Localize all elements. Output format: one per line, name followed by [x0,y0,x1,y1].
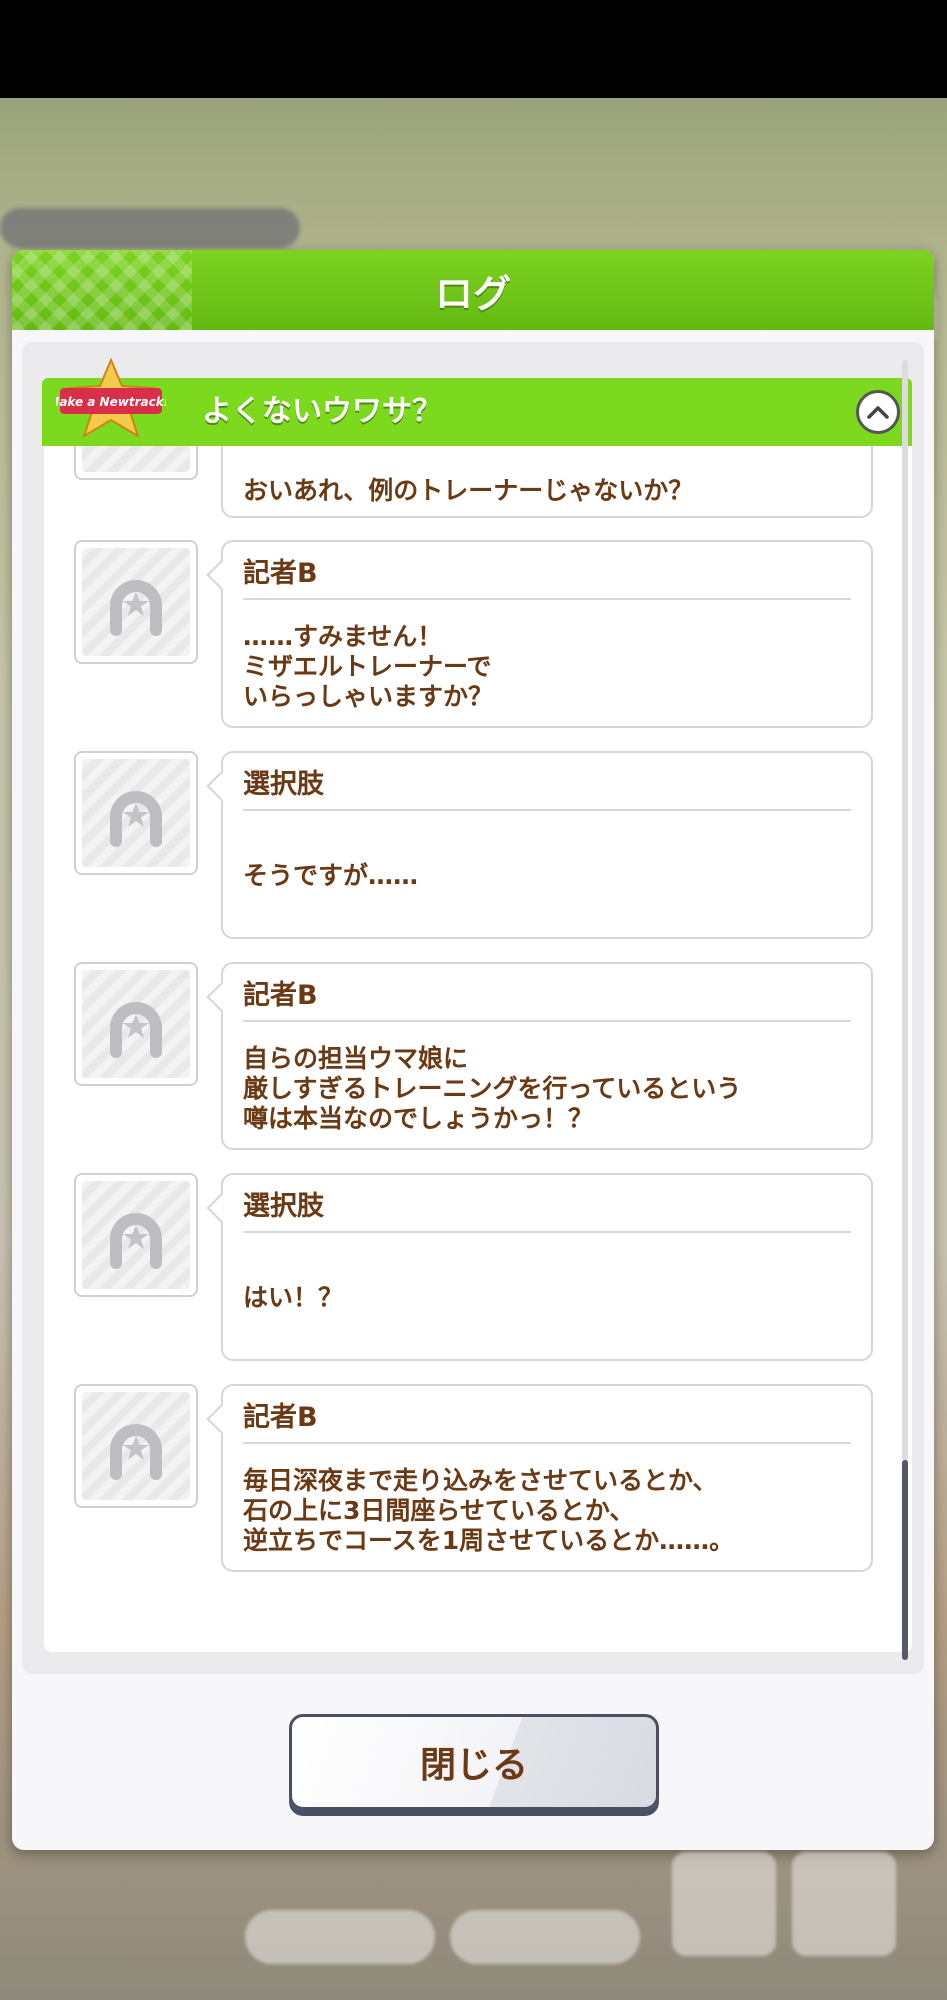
message-text: はい！？ [243,1283,344,1312]
background-skip-control [245,1910,435,1964]
avatar [74,1384,198,1508]
message-bubble: 記者B 毎日深夜まで走り込みをさせているとか、 石の上に3日間座らせているとか、… [221,1384,873,1572]
horseshoe-star-icon [110,1213,162,1269]
avatar [74,962,198,1086]
message-text: 毎日深夜まで走り込みをさせているとか、 石の上に3日間座らせているとか、 逆立ち… [243,1466,735,1555]
speaker-name: 記者B [243,980,318,1011]
avatar [74,1173,198,1297]
message-bubble: 選択肢 そうですが…… [221,751,873,939]
message-bubble: 選択肢 はい！？ [221,1173,873,1361]
background-menu-control [792,1852,896,1956]
badge-star-icon: Make a Newtrack!! [47,357,175,439]
speaker-name: 選択肢 [243,769,324,800]
horseshoe-star-icon [110,1424,162,1480]
divider [243,1020,851,1022]
status-bar [0,0,947,98]
divider [243,1442,851,1444]
close-button[interactable]: 閉じる [289,1714,659,1810]
message-text: ……すみません！ ミザエルトレーナーで いらっしゃいますか？ [243,622,494,711]
divider [243,809,851,811]
log-list[interactable]: おいあれ、例のトレーナーじゃないか？ 記者B ……すみません！ ミザエルトレーナ… [44,446,912,1652]
event-header: Make a Newtrack!! よくないウワサ？ [42,357,912,446]
modal-title: ログ [434,271,511,316]
message-text: おいあれ、例のトレーナーじゃないか？ [243,476,694,505]
divider [243,1231,851,1233]
background-auto-control [450,1910,640,1964]
log-modal: ログ Make a Newtrack!! よくないウワサ？ おいあれ、例のトレー… [12,250,934,1850]
badge-text: Make a Newtrack!! [56,395,166,409]
speaker-name: 選択肢 [243,1191,324,1222]
speaker-name: 記者B [243,1402,318,1433]
make-a-newtrack-badge: Make a Newtrack!! [47,357,175,442]
modal-header: ログ [12,250,934,330]
background-log-control [672,1852,776,1956]
horseshoe-star-icon [110,791,162,847]
avatar [74,751,198,875]
speaker-name: 記者B [243,558,318,589]
background-hud-bar [0,208,300,248]
message-bubble: おいあれ、例のトレーナーじゃないか？ [221,446,873,518]
event-title: よくないウワサ？ [202,394,442,429]
avatar [74,446,198,480]
collapse-button[interactable] [856,390,900,434]
divider [243,598,851,600]
horseshoe-star-icon [110,580,162,636]
message-bubble: 記者B 自らの担当ウマ娘に 厳しすぎるトレーニングを行っているという 噂は本当な… [221,962,873,1150]
horseshoe-star-icon [110,1002,162,1058]
message-bubble: 記者B ……すみません！ ミザエルトレーナーで いらっしゃいますか？ [221,540,873,728]
chevron-up-icon [867,406,889,419]
message-text: そうですが…… [243,861,419,890]
avatar [74,540,198,664]
message-text: 自らの担当ウマ娘に 厳しすぎるトレーニングを行っているという 噂は本当なのでしょ… [243,1044,742,1133]
close-button-label: 閉じる [419,1745,528,1786]
scrollbar-thumb[interactable] [902,1460,908,1660]
